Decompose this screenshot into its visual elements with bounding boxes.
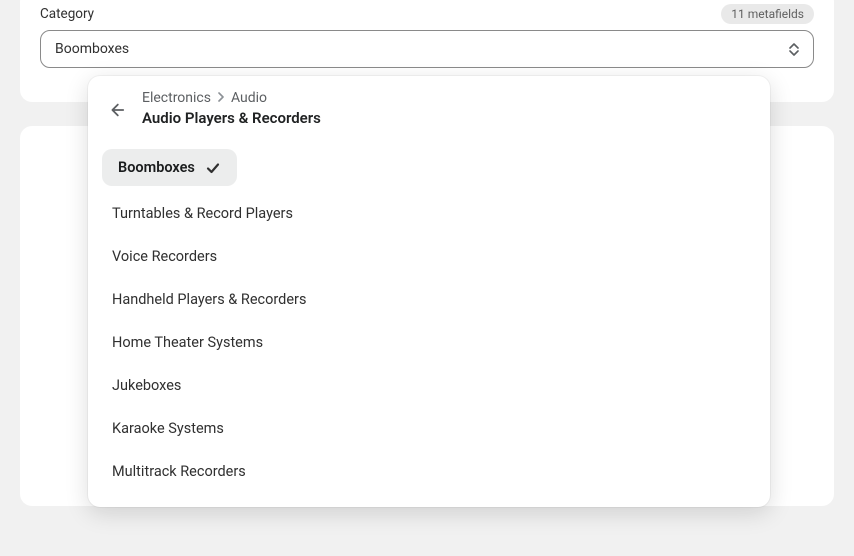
category-option[interactable]: Turntables & Record Players: [98, 192, 760, 235]
category-option[interactable]: Jukeboxes: [98, 364, 760, 407]
dropdown-header: Electronics Audio Audio Players & Record…: [88, 76, 770, 141]
option-label: Multitrack Recorders: [112, 463, 246, 480]
category-option-selected[interactable]: Boomboxes: [102, 149, 237, 186]
breadcrumb-item[interactable]: Audio: [231, 90, 267, 106]
option-label: Voice Recorders: [112, 248, 217, 265]
options-list[interactable]: Boomboxes Turntables & Record Players Vo…: [88, 141, 770, 507]
metafields-badge[interactable]: 11 metafields: [721, 4, 814, 24]
category-option[interactable]: Home Theater Systems: [98, 321, 760, 364]
option-label: Boomboxes: [118, 159, 195, 176]
breadcrumb: Electronics Audio Audio Players & Record…: [142, 90, 321, 127]
category-dropdown: Electronics Audio Audio Players & Record…: [88, 76, 770, 507]
select-value: Boomboxes: [55, 41, 129, 57]
option-label: Home Theater Systems: [112, 334, 263, 351]
back-button[interactable]: [102, 96, 130, 124]
breadcrumb-current: Audio Players & Recorders: [142, 109, 321, 127]
arrow-left-icon: [107, 101, 125, 119]
option-label: Karaoke Systems: [112, 420, 224, 437]
option-label: Turntables & Record Players: [112, 205, 293, 222]
category-select[interactable]: Boomboxes: [40, 30, 814, 68]
select-caret-icon: [789, 43, 799, 56]
breadcrumb-item[interactable]: Electronics: [142, 90, 211, 106]
option-label: Jukeboxes: [112, 377, 181, 394]
field-header: Category 11 metafields: [40, 4, 814, 24]
breadcrumb-row: Electronics Audio: [142, 90, 321, 106]
check-icon: [205, 160, 221, 176]
category-option[interactable]: Voice Recorders: [98, 235, 760, 278]
category-option[interactable]: Handheld Players & Recorders: [98, 278, 760, 321]
field-label: Category: [40, 6, 94, 22]
category-option[interactable]: Multitrack Recorders: [98, 450, 760, 493]
category-option[interactable]: Karaoke Systems: [98, 407, 760, 450]
option-label: Handheld Players & Recorders: [112, 291, 306, 308]
chevron-right-icon: [217, 90, 225, 106]
